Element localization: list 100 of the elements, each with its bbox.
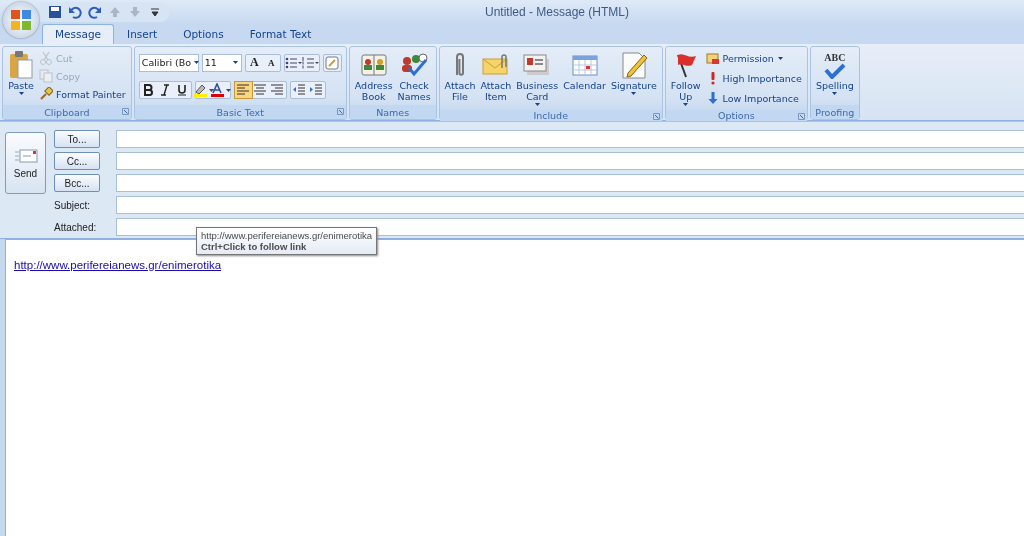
caret-icon [17, 91, 25, 96]
shrink-font-button[interactable]: A [262, 54, 280, 71]
group-label: Basic Text [216, 106, 264, 118]
numbered-list-icon [301, 55, 320, 70]
italic-icon [160, 83, 171, 96]
caret-icon [630, 91, 638, 96]
people-check-icon [400, 52, 429, 78]
dialog-launcher-button[interactable] [121, 108, 129, 115]
pen-paper-icon [619, 51, 648, 79]
calendar-icon [570, 53, 599, 77]
follow-up-button[interactable]: Follow Up [668, 49, 703, 108]
group-label: Include [533, 110, 568, 121]
dialog-launcher-button[interactable] [797, 113, 805, 120]
check-names-button[interactable]: Check Names [395, 49, 433, 103]
attach-file-button[interactable]: Attach File [442, 49, 478, 108]
field-label: Subject: [54, 199, 92, 211]
field-label: Attached: [54, 221, 98, 233]
highlighter-icon [193, 82, 216, 97]
align-left-icon [236, 83, 251, 96]
caret-icon [682, 102, 690, 107]
launcher-icon [797, 113, 805, 120]
ribbon-tab[interactable]: Options [170, 24, 237, 44]
spelling-button[interactable]: ABC Spelling [813, 49, 856, 103]
address-button[interactable]: Bcc... [54, 174, 100, 192]
font-color-icon [210, 82, 233, 97]
window-title: Untitled - Message (HTML) [483, 5, 630, 19]
paperclip-icon [453, 51, 467, 79]
caret-icon [193, 60, 201, 65]
ribbon-tab[interactable]: Insert [114, 24, 171, 44]
increase-indent-button[interactable] [307, 81, 325, 98]
scissors-icon [39, 51, 53, 65]
save-button[interactable] [48, 5, 62, 19]
increase-indent-icon [309, 83, 324, 96]
tooltip: http://www.perifereianews.gr/enimerotika Ctrl+Click to follow link [196, 227, 378, 255]
envelope-icon [481, 54, 510, 76]
ribbon-tab[interactable]: Message [42, 24, 115, 44]
customize-arrow-icon [148, 5, 162, 19]
caret-icon [533, 102, 541, 107]
undo-button[interactable] [68, 5, 82, 19]
calendar-button[interactable]: Calendar [561, 49, 608, 108]
address-book-button[interactable]: Address Book [352, 49, 395, 103]
group-label: Clipboard [44, 106, 90, 118]
clipboard-icon [8, 50, 34, 80]
redo-button[interactable] [88, 5, 102, 19]
attach-item-button[interactable]: Attach Item [478, 49, 514, 108]
down-arrow-icon [128, 5, 142, 19]
group-label: Names [376, 106, 410, 118]
paste-button[interactable]: Paste [6, 49, 36, 103]
input-field[interactable] [116, 174, 1024, 192]
group-label: Proofing [815, 106, 855, 118]
low-importance-button[interactable]: Low Importance [703, 90, 804, 107]
format-painter-button[interactable]: Format Painter [37, 86, 128, 102]
address-button[interactable]: To... [54, 130, 100, 148]
envelope-icon [13, 147, 38, 164]
input-field[interactable] [116, 152, 1024, 170]
launcher-icon [652, 113, 660, 120]
undo-icon [68, 5, 82, 19]
redo-icon [88, 5, 102, 19]
abc-check-icon: ABC [823, 51, 846, 79]
bold-icon [143, 83, 154, 96]
permission-button[interactable]: Permission [703, 50, 804, 67]
address-book-icon [359, 52, 388, 78]
business-card-button[interactable]: Business Card [514, 49, 561, 108]
decrease-indent-icon [292, 83, 307, 96]
styles-button[interactable] [323, 54, 341, 71]
font-color-button[interactable] [212, 81, 230, 98]
align-right-icon [270, 83, 285, 96]
office-logo-icon [10, 9, 32, 31]
input-field[interactable] [116, 130, 1024, 148]
font-dropdown[interactable]: Calibri (Bo [138, 53, 199, 72]
bullet-list-icon [284, 55, 303, 70]
save-icon [48, 5, 62, 19]
ribbon-tab[interactable]: Format Text [236, 24, 325, 44]
underline-icon [177, 83, 188, 96]
caret-icon [231, 60, 239, 65]
caret-icon [831, 91, 839, 96]
office-button[interactable] [3, 2, 39, 38]
grow-font-button[interactable]: A [245, 54, 263, 71]
input-field[interactable] [116, 196, 1024, 214]
launcher-icon [336, 108, 344, 115]
checkmark-icon [823, 62, 846, 79]
align-right-button[interactable] [268, 81, 286, 98]
hyperlink[interactable]: http://www.perifereianews.gr/enimerotika [14, 259, 222, 271]
align-center-button[interactable] [251, 81, 269, 98]
signature-button[interactable]: Signature [608, 49, 659, 108]
copy-icon [39, 69, 53, 83]
styles-icon [325, 55, 340, 70]
permission-icon [705, 51, 720, 66]
customize-arrow-button[interactable] [148, 5, 162, 19]
align-center-icon [253, 83, 268, 96]
decrease-indent-button[interactable] [290, 81, 308, 98]
up-arrow-icon [108, 5, 122, 19]
paintbrush-icon [39, 87, 53, 101]
launcher-icon [121, 108, 129, 115]
dialog-launcher-button[interactable] [336, 108, 344, 115]
high-importance-button[interactable]: High Importance [703, 70, 804, 87]
address-button[interactable]: Cc... [54, 152, 100, 170]
font-size-dropdown[interactable]: 11 [201, 53, 242, 72]
send-button[interactable]: Send [5, 132, 46, 194]
dialog-launcher-button[interactable] [652, 113, 660, 120]
